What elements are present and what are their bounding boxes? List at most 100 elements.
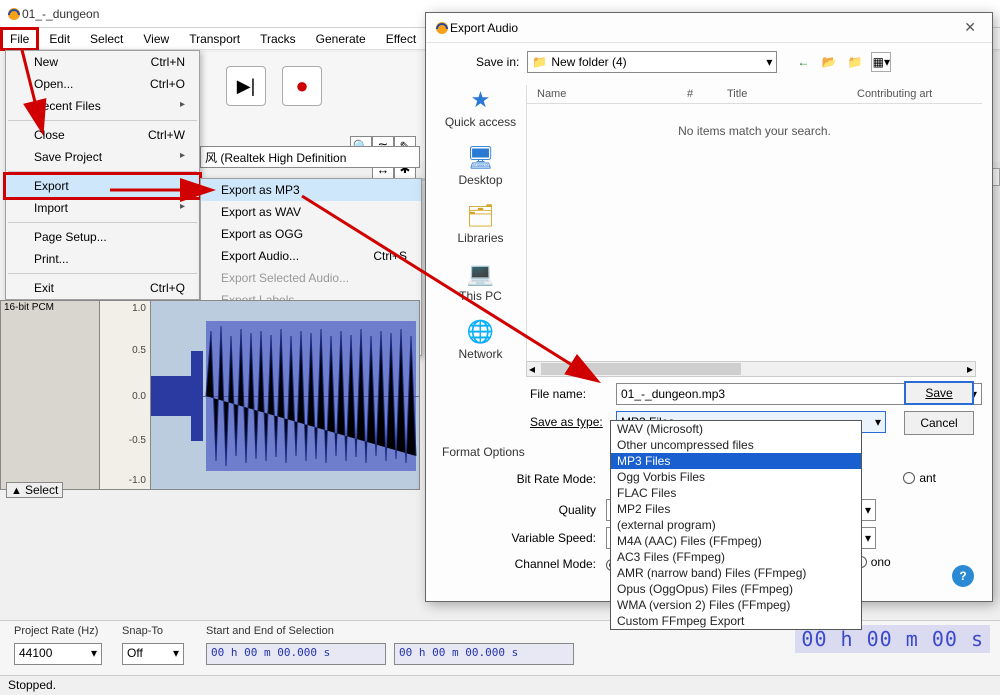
col-title[interactable]: Title bbox=[717, 85, 847, 103]
bitrate-mode-label: Bit Rate Mode: bbox=[486, 472, 606, 486]
menu-view[interactable]: View bbox=[133, 30, 179, 48]
type-option[interactable]: FLAC Files bbox=[611, 485, 861, 501]
chevron-down-icon: ▾ bbox=[865, 503, 871, 517]
export-audio[interactable]: Export Audio...Ctrl+S bbox=[201, 245, 421, 267]
type-option[interactable]: Other uncompressed files bbox=[611, 437, 861, 453]
place-this-pc[interactable]: 💻This PC bbox=[438, 259, 523, 303]
separator bbox=[8, 273, 197, 274]
waveform-scale: 1.0 0.5 0.0 -0.5 -1.0 bbox=[100, 300, 150, 490]
snap-to-dropdown[interactable]: Off ▾ bbox=[122, 643, 184, 665]
type-option[interactable]: AC3 Files (FFmpeg) bbox=[611, 549, 861, 565]
hscrollbar[interactable]: ◂▸ bbox=[526, 361, 976, 377]
save-in-dropdown[interactable]: 📁New folder (4) ▾ bbox=[527, 51, 777, 73]
menu-transport[interactable]: Transport bbox=[179, 30, 250, 48]
type-option[interactable]: WAV (Microsoft) bbox=[611, 421, 861, 437]
separator bbox=[8, 120, 197, 121]
audacity-logo-icon bbox=[6, 6, 22, 22]
empty-message: No items match your search. bbox=[527, 124, 982, 138]
menu-file[interactable]: File bbox=[0, 27, 39, 51]
separator bbox=[8, 222, 197, 223]
folder-icon: 📁 bbox=[532, 55, 547, 69]
selection-end-time[interactable]: 00 h 00 m 00.000 s bbox=[394, 643, 574, 665]
close-icon[interactable]: ✕ bbox=[956, 17, 984, 38]
place-network[interactable]: 🌐Network bbox=[438, 317, 523, 361]
network-icon: 🌐 bbox=[463, 317, 499, 347]
recording-device-dropdown[interactable]: 风 (Realtek High Definition bbox=[200, 146, 420, 168]
window-title: 01_-_dungeon bbox=[22, 7, 99, 21]
menu-recent-files[interactable]: Recent Files bbox=[6, 95, 199, 117]
menu-save-project[interactable]: Save Project bbox=[6, 146, 199, 168]
col-num[interactable]: # bbox=[677, 85, 717, 103]
save-in-label: Save in: bbox=[476, 55, 519, 69]
new-folder-icon[interactable]: 📁 bbox=[845, 52, 865, 72]
cancel-button[interactable]: Cancel bbox=[904, 411, 974, 435]
star-icon: ★ bbox=[463, 85, 499, 115]
selection-start-time[interactable]: 00 h 00 m 00.000 s bbox=[206, 643, 386, 665]
audacity-logo-icon bbox=[434, 20, 450, 36]
place-quick-access[interactable]: ★Quick access bbox=[438, 85, 523, 129]
type-option[interactable]: Custom FFmpeg Export bbox=[611, 613, 861, 629]
menu-new[interactable]: NewCtrl+N bbox=[6, 51, 199, 73]
snap-to-label: Snap-To bbox=[122, 625, 163, 637]
format-options-label: Format Options bbox=[442, 445, 525, 459]
libraries-icon: 🗂 bbox=[463, 201, 499, 231]
chevron-down-icon: ▾ bbox=[875, 415, 881, 429]
col-contrib[interactable]: Contributing art bbox=[847, 85, 942, 103]
track-select-button[interactable]: ▲ Select bbox=[6, 482, 63, 498]
back-icon[interactable]: ← bbox=[793, 52, 813, 72]
skip-end-button[interactable]: ▶| bbox=[226, 66, 266, 106]
place-desktop[interactable]: 🖥Desktop bbox=[438, 143, 523, 187]
quality-label: Quality bbox=[486, 503, 606, 517]
variable-speed-label: Variable Speed: bbox=[486, 531, 606, 545]
track-control-panel[interactable]: 16-bit PCM bbox=[0, 300, 100, 490]
menu-open[interactable]: Open...Ctrl+O bbox=[6, 73, 199, 95]
menu-generate[interactable]: Generate bbox=[306, 30, 376, 48]
chevron-down-icon: ▾ bbox=[865, 531, 871, 545]
menu-effect[interactable]: Effect bbox=[376, 30, 426, 48]
pc-icon: 💻 bbox=[463, 259, 499, 289]
help-icon[interactable]: ? bbox=[952, 565, 974, 587]
menu-import[interactable]: Import bbox=[6, 197, 199, 219]
places-bar: ★Quick access 🖥Desktop 🗂Libraries 💻This … bbox=[438, 85, 523, 375]
menu-close[interactable]: CloseCtrl+W bbox=[6, 124, 199, 146]
type-option[interactable]: Opus (OggOpus) Files (FFmpeg) bbox=[611, 581, 861, 597]
menu-exit[interactable]: ExitCtrl+Q bbox=[6, 277, 199, 299]
bitrate-radio[interactable]: ant bbox=[903, 471, 936, 485]
type-option[interactable]: Ogg Vorbis Files bbox=[611, 469, 861, 485]
menu-edit[interactable]: Edit bbox=[39, 30, 80, 48]
menu-tracks[interactable]: Tracks bbox=[250, 30, 306, 48]
desktop-icon: 🖥 bbox=[463, 143, 499, 173]
up-icon[interactable]: 📂 bbox=[819, 52, 839, 72]
type-option[interactable]: MP2 Files bbox=[611, 501, 861, 517]
col-name[interactable]: Name bbox=[527, 85, 677, 103]
type-option[interactable]: AMR (narrow band) Files (FFmpeg) bbox=[611, 565, 861, 581]
save-button[interactable]: Save bbox=[904, 381, 974, 405]
filename-label: File name: bbox=[526, 387, 616, 401]
channel-mode-label: Channel Mode: bbox=[486, 557, 606, 571]
file-menu: NewCtrl+N Open...Ctrl+O Recent Files Clo… bbox=[5, 50, 200, 300]
type-option[interactable]: MP3 Files bbox=[611, 453, 861, 469]
export-as-ogg[interactable]: Export as OGG bbox=[201, 223, 421, 245]
view-menu-icon[interactable]: ▦▾ bbox=[871, 52, 891, 72]
type-option[interactable]: (external program) bbox=[611, 517, 861, 533]
menu-print[interactable]: Print... bbox=[6, 248, 199, 270]
project-rate-dropdown[interactable]: 44100 ▾ bbox=[14, 643, 102, 665]
project-rate-label: Project Rate (Hz) bbox=[14, 625, 98, 637]
file-list[interactable]: Name # Title Contributing art No items m… bbox=[526, 85, 982, 365]
menu-export[interactable]: Export bbox=[3, 172, 202, 200]
export-as-mp3[interactable]: Export as MP3 bbox=[201, 179, 421, 201]
menu-select[interactable]: Select bbox=[80, 30, 133, 48]
type-option[interactable]: M4A (AAC) Files (FFmpeg) bbox=[611, 533, 861, 549]
track-format: 16-bit PCM bbox=[1, 301, 99, 314]
export-selected: Export Selected Audio... bbox=[201, 267, 421, 289]
selection-label: Start and End of Selection bbox=[206, 625, 334, 637]
menu-page-setup[interactable]: Page Setup... bbox=[6, 226, 199, 248]
record-button[interactable]: ● bbox=[282, 66, 322, 106]
type-option[interactable]: WMA (version 2) Files (FFmpeg) bbox=[611, 597, 861, 613]
dialog-title: Export Audio bbox=[450, 21, 518, 35]
export-as-wav[interactable]: Export as WAV bbox=[201, 201, 421, 223]
waveform-display[interactable] bbox=[150, 300, 420, 490]
place-libraries[interactable]: 🗂Libraries bbox=[438, 201, 523, 245]
chevron-down-icon: ▾ bbox=[766, 55, 772, 69]
save-as-type-label: Save as type: bbox=[526, 415, 616, 429]
